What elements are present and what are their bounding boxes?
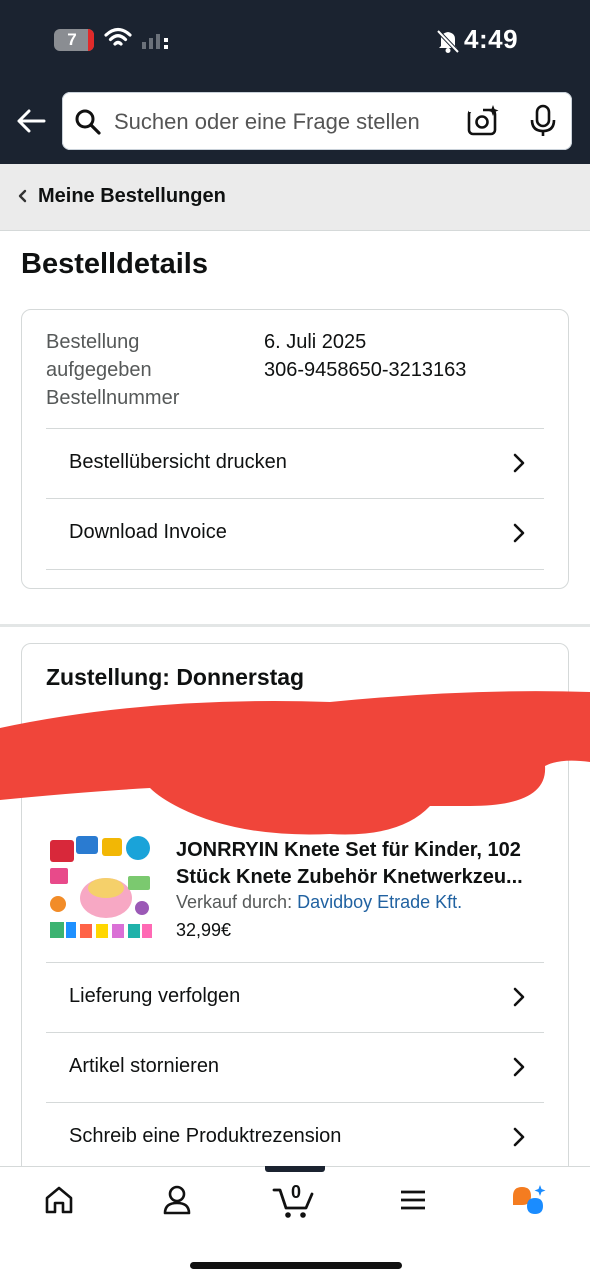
order-date-value: 6. Juli 2025 <box>264 331 367 353</box>
page-title: Bestelldetails <box>21 248 208 280</box>
status-bar: 7 4:49 <box>0 0 590 82</box>
cancel-item-row[interactable]: Artikel stornieren <box>46 1032 544 1103</box>
track-delivery-row[interactable]: Lieferung verfolgen <box>46 962 544 1033</box>
seller-link[interactable]: Davidboy Etrade Kft. <box>297 892 462 912</box>
seller-info: Verkauf durch: Davidboy Etrade Kft. <box>176 892 462 913</box>
wifi-icon <box>104 27 132 46</box>
chevron-left-icon <box>18 189 27 203</box>
product-title-line-1: JONRRYIN Knete Set für Kinder, 102 <box>176 839 521 861</box>
home-icon[interactable] <box>44 1184 74 1216</box>
rufus-icon[interactable] <box>510 1184 550 1220</box>
section-divider <box>0 624 590 627</box>
clock: 4:49 <box>464 24 519 54</box>
search-icon <box>75 109 101 135</box>
chevron-right-icon <box>513 1127 525 1147</box>
product-price: 32,99€ <box>176 920 232 940</box>
account-icon[interactable] <box>162 1184 192 1216</box>
search-input[interactable] <box>112 92 446 152</box>
search-box[interactable] <box>62 92 572 152</box>
write-review-row[interactable]: Schreib eine Produktrezension <box>46 1102 544 1173</box>
chevron-right-icon <box>513 523 525 543</box>
write-review-label: Schreib eine Produktrezension <box>69 1125 342 1147</box>
chevron-right-icon <box>513 453 525 473</box>
order-date-label-2: aufgegeben <box>46 359 152 381</box>
search-header <box>0 82 590 164</box>
cart-count: 0 <box>290 1182 301 1202</box>
product-image[interactable] <box>46 832 156 944</box>
order-number-label: Bestellnummer <box>46 387 180 409</box>
order-number-value: 306-9458650-3213163 <box>264 359 467 381</box>
mute-bell-icon <box>436 29 460 54</box>
print-summary-label: Bestellübersicht drucken <box>69 451 287 473</box>
breadcrumb-label[interactable]: Meine Bestellungen <box>38 185 226 208</box>
home-indicator <box>190 1262 402 1269</box>
download-invoice-row[interactable]: Download Invoice <box>46 498 544 570</box>
track-delivery-label: Lieferung verfolgen <box>69 985 241 1007</box>
product-title[interactable]: JONRRYIN Knete Set für Kinder, 102 Stück… <box>176 837 548 891</box>
active-tab-indicator <box>265 1166 325 1172</box>
order-values: 6. Juli 2025 306-9458650-3213163 <box>264 328 466 384</box>
menu-icon[interactable] <box>399 1184 427 1216</box>
camera-search-icon[interactable] <box>466 104 500 138</box>
back-arrow-icon[interactable] <box>14 104 48 138</box>
order-labels: Bestellung aufgegeben Bestellnummer <box>46 328 246 412</box>
product-title-line-2: Stück Knete Zubehör Knetwerkzeu... <box>176 866 523 888</box>
battery-icon: 7 <box>54 29 94 51</box>
breadcrumb[interactable]: Meine Bestellungen <box>0 164 590 231</box>
cart-button[interactable]: 0 <box>272 1182 316 1220</box>
order-date-label: Bestellung <box>46 331 140 353</box>
chevron-right-icon <box>513 1057 525 1077</box>
download-invoice-label: Download Invoice <box>69 521 227 543</box>
cancel-item-label: Artikel stornieren <box>69 1055 220 1077</box>
delivery-title: Zustellung: Donnerstag <box>46 664 305 690</box>
signal-icon <box>142 34 168 49</box>
order-info-card: Bestellung aufgegeben Bestellnummer 6. J… <box>21 309 569 589</box>
redaction-mark <box>0 691 590 835</box>
microphone-icon[interactable] <box>528 104 558 138</box>
chevron-right-icon <box>513 987 525 1007</box>
seller-prefix: Verkauf durch: <box>176 892 298 912</box>
print-summary-row[interactable]: Bestellübersicht drucken <box>46 428 544 499</box>
battery-level: 7 <box>67 30 77 49</box>
